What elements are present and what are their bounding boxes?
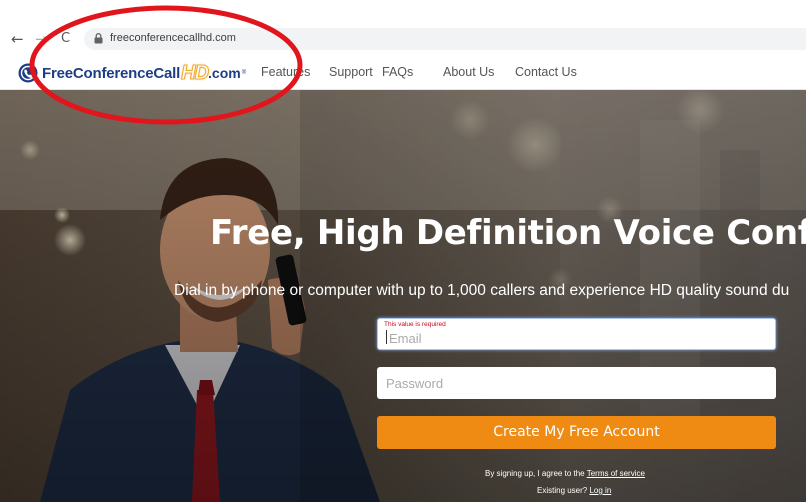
text-caret [386,330,387,344]
logo-wordmark: FreeConferenceCall [42,64,181,82]
create-account-button[interactable]: Create My Free Account [377,416,776,449]
nav-about-us[interactable]: About Us [443,65,494,79]
logo-com: .com [208,65,241,81]
nav-features[interactable]: Features [261,65,310,79]
nav-contact-us[interactable]: Contact Us [515,65,577,79]
terms-notice: By signing up, I agree to the Terms of s… [485,469,645,478]
logo-trademark: ® [241,70,247,76]
back-icon[interactable]: ← [11,31,24,47]
logo-hd: HD [181,61,210,84]
reload-icon[interactable]: C [61,31,70,47]
email-placeholder: Email [389,331,422,346]
existing-user-prefix: Existing user? [537,486,590,495]
nav-faqs[interactable]: FAQs [382,65,413,79]
terms-of-service-link[interactable]: Terms of service [587,469,645,478]
site-logo[interactable]: FreeConferenceCall HD .com ® [18,61,247,84]
login-link[interactable]: Log in [589,486,611,495]
site-header: FreeConferenceCall HD .com ® Features Su… [0,55,806,90]
nav-support[interactable]: Support [329,65,373,79]
hero-subline: Dial in by phone or computer with up to … [174,282,790,299]
phone-logo-icon [18,63,38,83]
email-error-message: This value is required [384,321,446,328]
browser-toolbar: ← → C freeconferencecallhd.com [0,0,806,55]
hero-headline: Free, High Definition Voice Confe [210,213,806,253]
forward-icon[interactable]: → [35,31,48,47]
existing-user-notice: Existing user? Log in [537,486,611,495]
lock-icon [94,33,103,44]
url-text[interactable]: freeconferencecallhd.com [110,32,236,44]
email-field[interactable]: This value is required Email [377,318,776,350]
password-placeholder: Password [386,376,444,391]
password-field[interactable]: Password [377,367,776,399]
terms-prefix: By signing up, I agree to the [485,469,587,478]
